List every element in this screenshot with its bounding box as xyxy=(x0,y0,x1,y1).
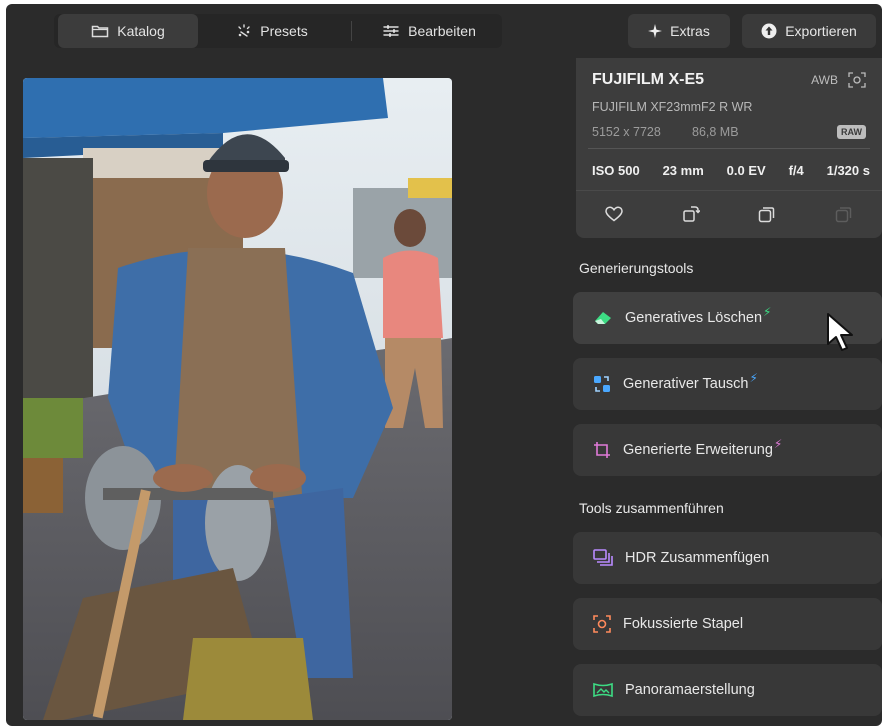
card-divider xyxy=(588,148,870,149)
app-window: Katalog Presets Bearbeiten Extras Export… xyxy=(6,4,882,726)
panorama-button[interactable]: Panoramaerstellung xyxy=(573,664,882,716)
tab-presets[interactable]: Presets xyxy=(202,14,342,48)
export-label: Exportieren xyxy=(785,23,857,39)
exposure-comp-value: 0.0 EV xyxy=(726,162,766,178)
extras-button[interactable]: Extras xyxy=(628,14,730,48)
image-resolution: 5152 x 7728 xyxy=(592,125,661,139)
extras-label: Extras xyxy=(670,23,710,39)
generative-swap-button[interactable]: Generativer Tausch⚡ xyxy=(573,358,882,410)
photo-image xyxy=(23,78,452,720)
upload-arrow-icon xyxy=(761,23,777,39)
camera-model: FUJIFILM X-E5 xyxy=(592,71,705,88)
expand-icon xyxy=(593,441,611,459)
tab-divider xyxy=(351,21,352,41)
panorama-label: Panoramaerstellung xyxy=(625,682,755,698)
tab-bearbeiten-label: Bearbeiten xyxy=(408,23,476,39)
hdr-stack-icon xyxy=(593,549,613,567)
folder-icon xyxy=(91,24,109,38)
focus-stack-icon xyxy=(593,615,611,633)
white-balance-label: AWB xyxy=(811,73,838,87)
mouse-cursor-icon xyxy=(826,312,856,357)
merge-section-title: Tools zusammenführen xyxy=(579,500,724,516)
stack-disabled-icon xyxy=(835,205,853,223)
generative-expand-button[interactable]: Generierte Erweiterung⚡ xyxy=(573,424,882,476)
focus-stack-button[interactable]: Fokussierte Stapel xyxy=(573,598,882,650)
generative-erase-bolt-icon: ⚡ xyxy=(763,305,772,319)
iso-value: ISO 500 xyxy=(592,162,640,178)
generative-erase-label: Generatives Löschen xyxy=(625,310,763,326)
tab-katalog[interactable]: Katalog xyxy=(58,14,198,48)
panorama-icon xyxy=(593,682,613,698)
focus-frame-icon[interactable] xyxy=(848,72,866,88)
generation-section-title: Generierungstools xyxy=(579,260,694,276)
lens-model: FUJIFILM XF23mmF2 R WR xyxy=(592,100,753,114)
aperture-value: f/4 xyxy=(788,162,804,178)
shutter-value: 1/320 s xyxy=(826,162,870,178)
photo-preview[interactable] xyxy=(23,78,452,720)
photo-actions xyxy=(576,190,882,238)
export-button[interactable]: Exportieren xyxy=(742,14,876,48)
raw-badge: RAW xyxy=(837,125,866,139)
generative-swap-label: Generativer Tausch xyxy=(623,376,749,392)
generative-expand-bolt-icon: ⚡ xyxy=(773,437,783,451)
heart-icon[interactable] xyxy=(605,206,624,222)
tab-katalog-label: Katalog xyxy=(117,23,165,39)
photo-info-card: FUJIFILM X-E5 AWB FUJIFILM XF23mmF2 R WR… xyxy=(576,58,882,238)
hdr-merge-label: HDR Zusammenfügen xyxy=(625,550,770,566)
stack-copy-icon[interactable] xyxy=(758,205,776,223)
eraser-icon xyxy=(593,310,613,326)
swap-icon xyxy=(593,375,611,393)
focal-length-value: 23 mm xyxy=(662,162,704,178)
sliders-icon xyxy=(382,24,400,38)
sparkle-icon xyxy=(236,23,252,39)
tab-bearbeiten[interactable]: Bearbeiten xyxy=(356,14,502,48)
tab-presets-label: Presets xyxy=(260,23,308,39)
file-size: 86,8 MB xyxy=(692,125,739,139)
hdr-merge-button[interactable]: HDR Zusammenfügen xyxy=(573,532,882,584)
focus-stack-label: Fokussierte Stapel xyxy=(623,616,744,632)
generative-expand-label: Generierte Erweiterung xyxy=(623,442,773,458)
generative-swap-bolt-icon: ⚡ xyxy=(749,371,758,385)
star-sparkle-icon xyxy=(648,24,663,38)
rotate-icon[interactable] xyxy=(682,205,700,223)
